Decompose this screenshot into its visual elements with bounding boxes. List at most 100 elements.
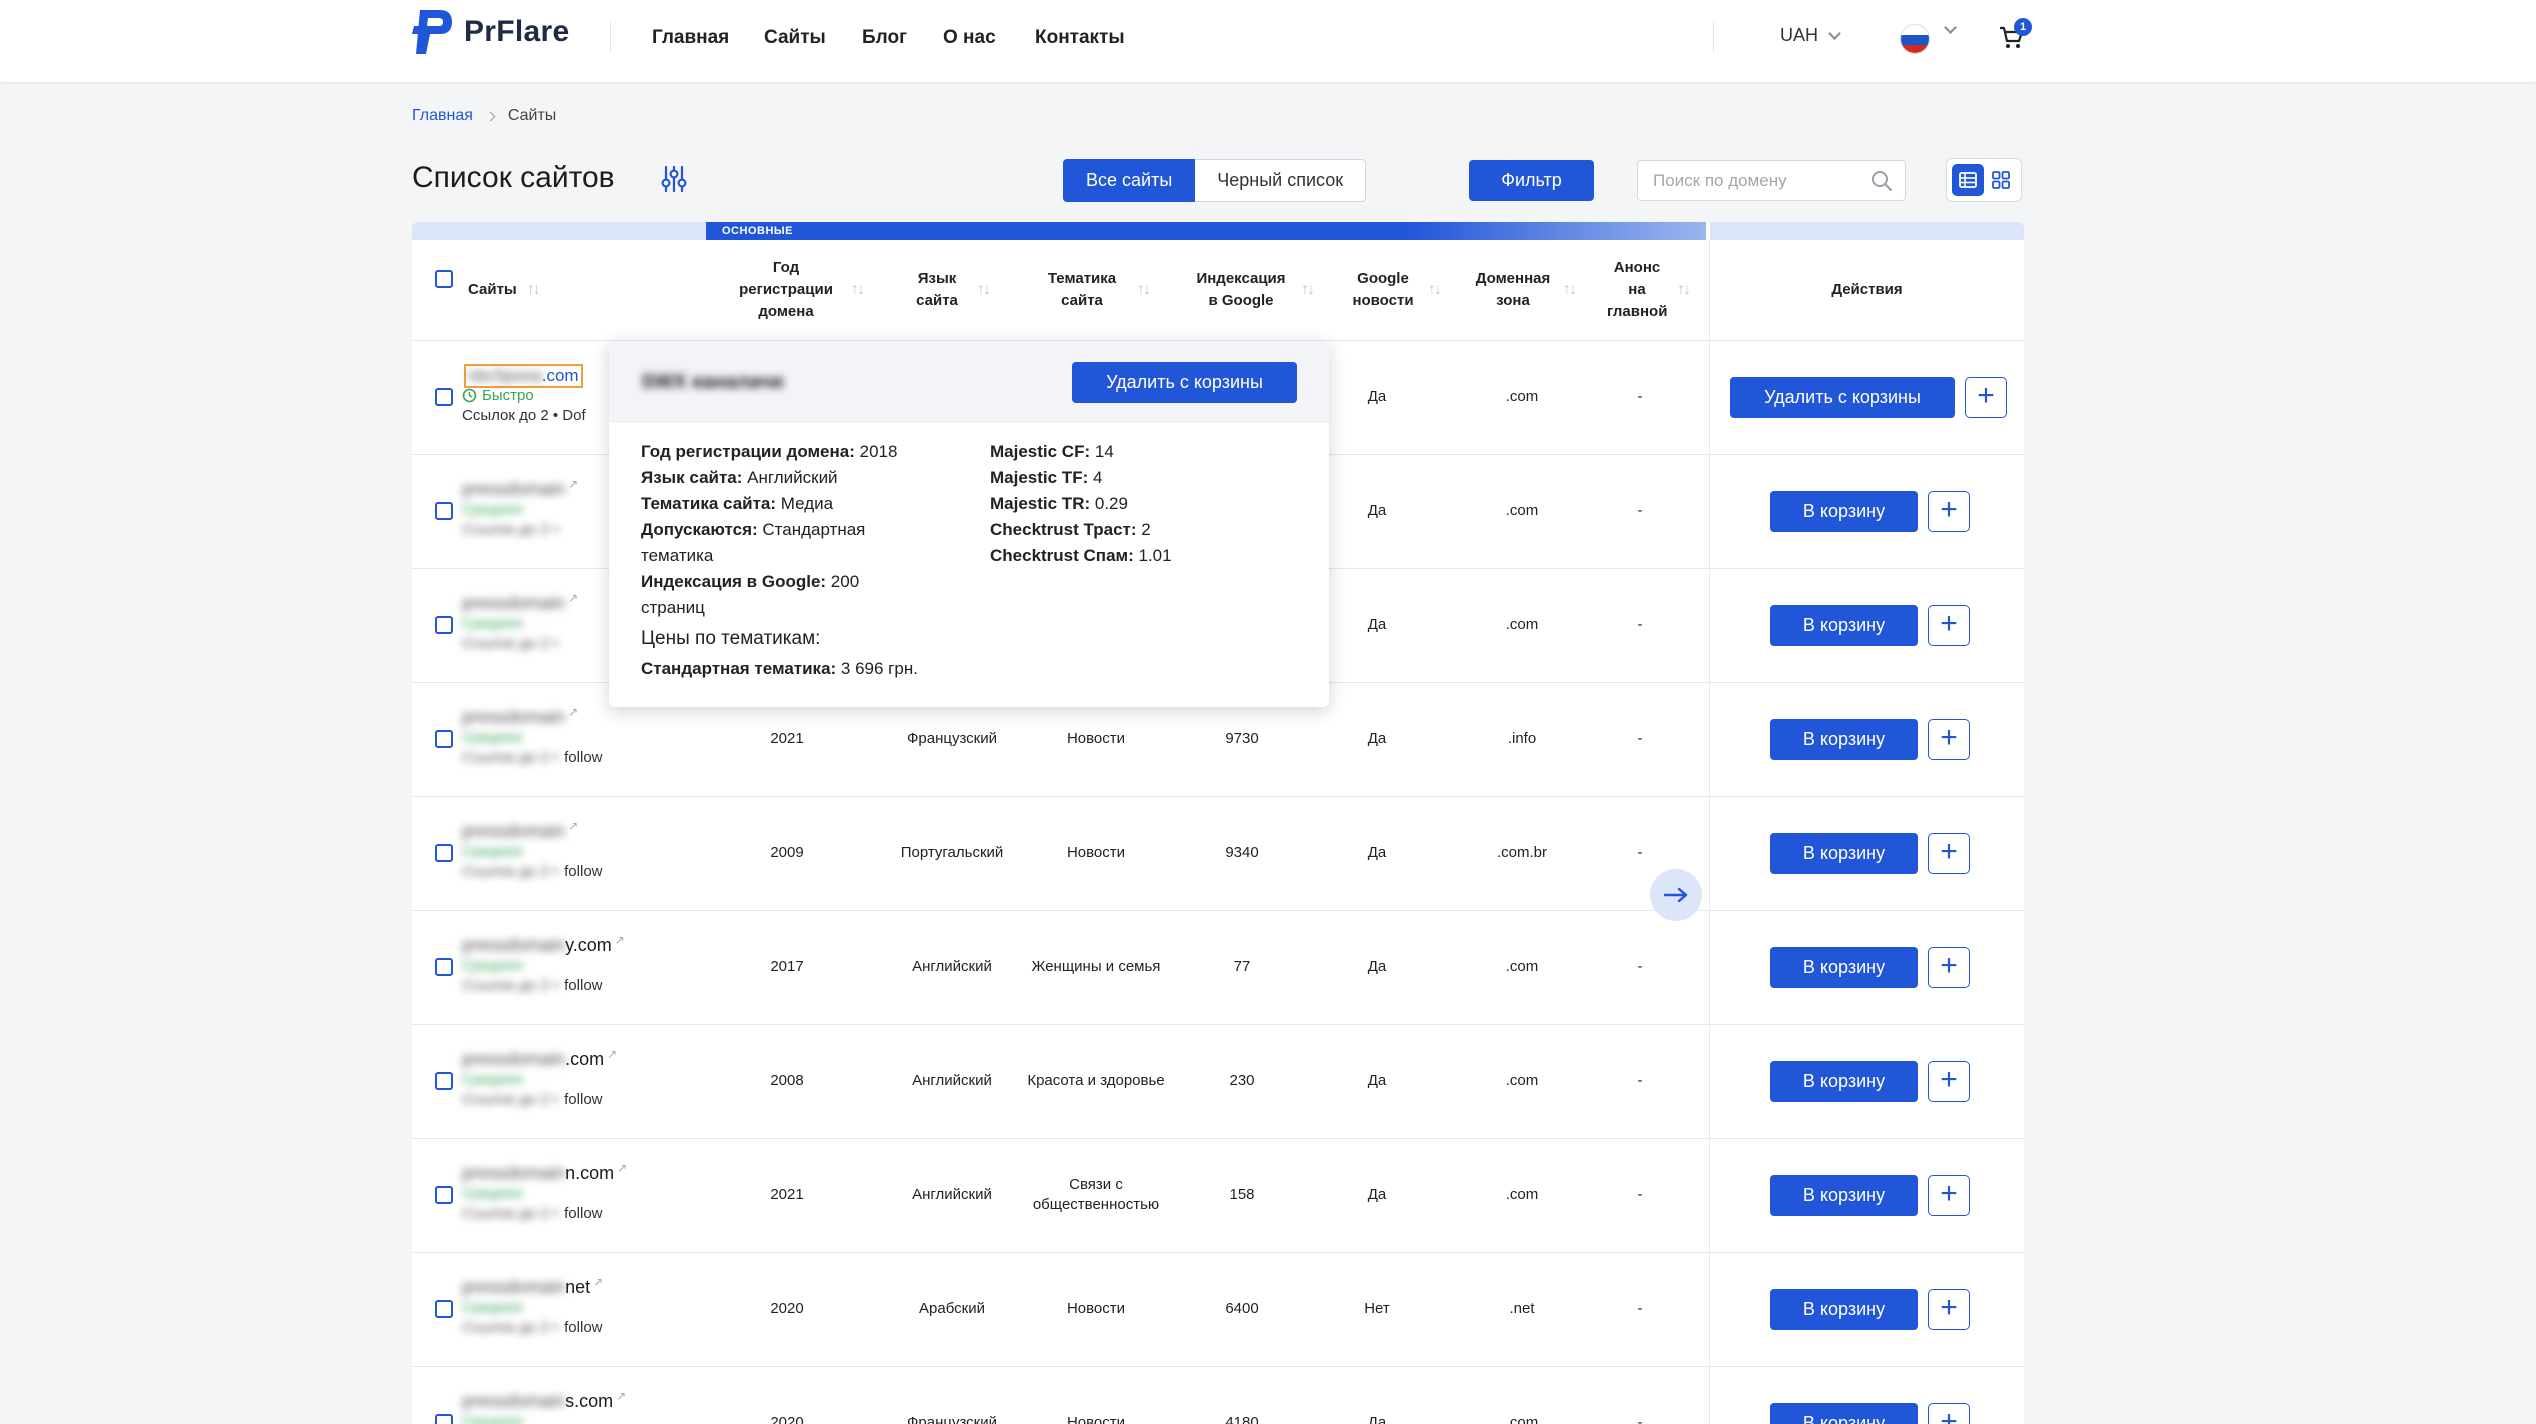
tab-blacklist[interactable]: Черный список (1195, 159, 1367, 202)
cart-count-badge: 1 (2014, 18, 2032, 36)
chevron-down-icon[interactable] (1944, 21, 1957, 34)
cell-year: 2008 (770, 1072, 804, 1089)
add-to-cart-button[interactable]: В корзину (1770, 491, 1918, 532)
cell-lang: Французский (907, 1414, 997, 1424)
add-plus-button[interactable]: + (1928, 605, 1970, 646)
nav-contacts[interactable]: Контакты (1035, 27, 1125, 49)
tab-all-sites[interactable]: Все сайты (1063, 159, 1196, 202)
col-header-zone[interactable]: Доменная зона ↑↓ (1456, 240, 1592, 340)
add-to-cart-button[interactable]: В корзину (1770, 947, 1918, 988)
site-domain-link[interactable]: pressdomain.com ↗ (462, 1047, 617, 1070)
col-header-topic[interactable]: Тематика сайта ↑↓ (1014, 240, 1172, 340)
col-header-year[interactable]: Год регистрации домена ↑↓ (712, 240, 882, 340)
row-divider (412, 1366, 2024, 1367)
row-checkbox[interactable] (435, 844, 453, 862)
cell-index: 77 (1233, 958, 1251, 975)
site-domain-link[interactable]: pressdomain ↗ (462, 477, 578, 500)
speed-indicator: Среднее (462, 843, 523, 860)
cell-announce: - (1637, 844, 1643, 861)
col-header-sites[interactable]: Сайты ↑↓ (468, 240, 588, 340)
site-domain-link[interactable]: pressdomains.com ↗ (462, 1389, 626, 1412)
row-checkbox[interactable] (435, 388, 453, 406)
add-plus-button[interactable]: + (1928, 491, 1970, 532)
add-plus-button[interactable]: + (1928, 1061, 1970, 1102)
site-domain-link[interactable]: pressdomain ↗ (462, 591, 578, 614)
logo[interactable]: PrFlare (412, 6, 570, 58)
popup-price-line: Стандартная тематика: 3 696 грн. (641, 659, 918, 678)
external-link-icon: ↗ (568, 819, 579, 833)
popup-param: тематика (641, 546, 714, 565)
table-view-button[interactable] (1951, 164, 1984, 196)
cell-year: 2017 (770, 958, 804, 975)
site-domain-link[interactable]: pressdomainn.com ↗ (462, 1161, 627, 1184)
col-header-news[interactable]: Google новости ↑↓ (1332, 240, 1456, 340)
col-header-index[interactable]: Индексация в Google ↑↓ (1172, 240, 1332, 340)
nav-home[interactable]: Главная (652, 27, 729, 49)
top-header: PrFlare Главная Сайты Блог О нас Контакт… (0, 0, 2536, 82)
grid-view-button[interactable] (1985, 164, 2017, 196)
currency-select[interactable]: UAH (1780, 25, 1841, 46)
cell-google-news: Да (1367, 958, 1387, 975)
select-all-checkbox[interactable] (435, 270, 453, 288)
add-to-cart-button[interactable]: В корзину (1770, 833, 1918, 874)
site-domain-link[interactable]: pressdomainnet ↗ (462, 1275, 603, 1298)
col-header-lang[interactable]: Язык сайта ↑↓ (882, 240, 1014, 340)
add-plus-button[interactable]: + (1928, 1403, 1970, 1424)
row-checkbox[interactable] (435, 1186, 453, 1204)
external-link-icon: ↗ (568, 477, 579, 491)
nav-about[interactable]: О нас (943, 27, 996, 49)
grid-view-icon (1991, 171, 2010, 189)
add-to-cart-button[interactable]: В корзину (1770, 719, 1918, 760)
search-input[interactable] (1653, 171, 1863, 191)
add-to-cart-button[interactable]: В корзину (1770, 1403, 1918, 1424)
site-domain-link[interactable]: pressdomainy.com ↗ (462, 933, 625, 956)
col-header-announce[interactable]: Анонс на главной ↑↓ (1592, 240, 1704, 340)
row-checkbox[interactable] (435, 1414, 453, 1424)
breadcrumb-home[interactable]: Главная (412, 107, 473, 125)
row-checkbox[interactable] (435, 1072, 453, 1090)
add-plus-button[interactable]: + (1928, 947, 1970, 988)
row-checkbox[interactable] (435, 730, 453, 748)
language-flag-icon[interactable] (1900, 24, 1930, 54)
row-checkbox[interactable] (435, 616, 453, 634)
add-plus-button[interactable]: + (1928, 1175, 1970, 1216)
add-to-cart-button[interactable]: В корзину (1770, 605, 1918, 646)
popup-param: Индексация в Google: 200 (641, 572, 860, 591)
cell-topic: Новости (1066, 1300, 1126, 1317)
chevron-right-icon (485, 111, 496, 121)
cell-google-news: Да (1367, 616, 1387, 633)
add-plus-button[interactable]: + (1928, 719, 1970, 760)
external-link-icon: ↗ (607, 1047, 618, 1061)
popup-param: Тематика сайта: Медиа (641, 494, 834, 513)
nav-sites[interactable]: Сайты (764, 27, 826, 49)
row-checkbox[interactable] (435, 502, 453, 520)
scroll-right-button[interactable] (1650, 869, 1702, 921)
row-checkbox[interactable] (435, 958, 453, 976)
cell-lang: Английский (912, 1186, 992, 1203)
popup-remove-from-cart-button[interactable]: Удалить с корзины (1072, 362, 1297, 403)
cell-google-news: Да (1367, 844, 1387, 861)
speed-indicator: Среднее (462, 957, 523, 974)
add-to-cart-button[interactable]: В корзину (1770, 1289, 1918, 1330)
nav-blog[interactable]: Блог (862, 27, 907, 49)
filter-button[interactable]: Фильтр (1469, 160, 1594, 201)
links-info: Ссылок до 2 • follow (462, 749, 603, 766)
columns-settings-icon[interactable] (660, 164, 688, 194)
add-plus-button[interactable]: + (1965, 377, 2007, 418)
row-divider (412, 1252, 2024, 1253)
cell-announce: - (1637, 388, 1643, 405)
row-checkbox[interactable] (435, 1300, 453, 1318)
add-to-cart-button[interactable]: В корзину (1770, 1061, 1918, 1102)
site-domain-link[interactable]: pressdomain ↗ (462, 705, 578, 728)
cell-zone: .com (1505, 502, 1539, 519)
site-domain-link[interactable]: pressdomain ↗ (462, 819, 578, 842)
remove-from-cart-button[interactable]: Удалить с корзины (1730, 377, 1955, 418)
cell-zone: .net (1509, 1300, 1535, 1317)
add-plus-button[interactable]: + (1928, 833, 1970, 874)
search-icon[interactable] (1871, 170, 1893, 192)
site-domain-link[interactable]: nbc5poxa.com (464, 364, 583, 388)
add-plus-button[interactable]: + (1928, 1289, 1970, 1330)
cell-zone: .com.br (1496, 844, 1547, 861)
add-to-cart-button[interactable]: В корзину (1770, 1175, 1918, 1216)
popup-prices-title: Цены по тематикам: (641, 628, 821, 649)
